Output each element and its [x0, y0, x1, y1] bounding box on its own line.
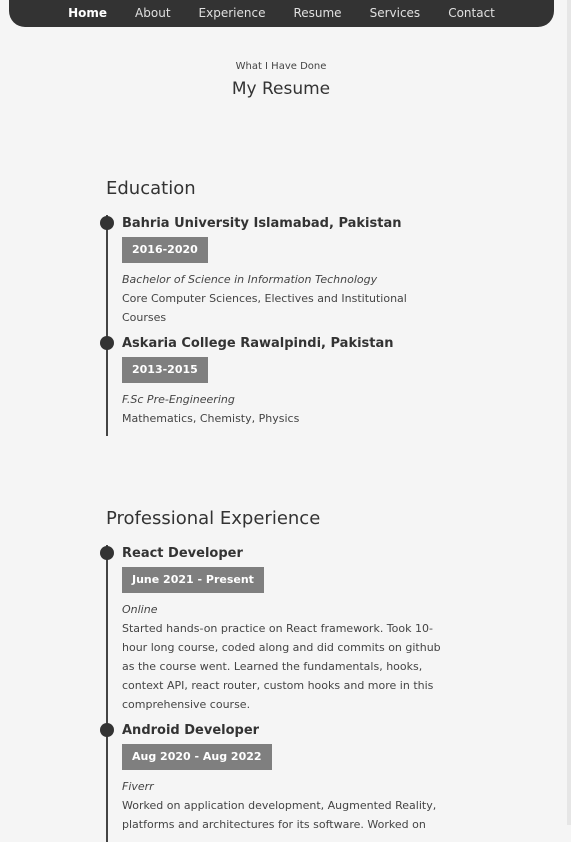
item-title: Android Developer [122, 723, 260, 738]
date-badge: 2013-2015 [122, 357, 208, 383]
timeline-item: Bahria University Islamabad, Pakistan 20… [100, 215, 452, 335]
section-title: My Resume [231, 79, 331, 99]
top-navbar: Home About Experience Resume Services Co… [9, 0, 554, 27]
date-badge: Aug 2020 - Aug 2022 [122, 744, 272, 770]
timeline-item: Android Developer Aug 2020 - Aug 2022 Fi… [100, 722, 452, 842]
experience-block: Professional Experience React Developer … [100, 507, 452, 842]
item-title: React Developer [122, 546, 243, 561]
item-description: Core Computer Sciences, Electives and In… [122, 292, 407, 324]
item-description: Started hands-on practice on React frame… [122, 622, 441, 711]
timeline-item: Askaria College Rawalpindi, Pakistan 201… [100, 335, 452, 436]
timeline-dot-icon [100, 336, 114, 350]
item-subtitle: F.Sc Pre-Engineering [122, 393, 235, 406]
date-badge: 2016-2020 [122, 237, 208, 263]
experience-timeline: React Developer June 2021 - Present Onli… [100, 545, 452, 842]
scrollbar-track[interactable] [567, 0, 571, 825]
education-block: Education Bahria University Islamabad, P… [100, 177, 452, 436]
item-title: Bahria University Islamabad, Pakistan [122, 216, 402, 231]
nav-link-home[interactable]: Home [54, 0, 121, 27]
resume-section-header: What I Have Done My Resume [0, 60, 562, 100]
nav-link-services[interactable]: Services [356, 0, 435, 27]
item-subtitle: Fiverr [122, 780, 154, 793]
nav-link-contact[interactable]: Contact [434, 0, 509, 27]
timeline-dot-icon [100, 546, 114, 560]
education-timeline: Bahria University Islamabad, Pakistan 20… [100, 215, 452, 436]
nav-link-resume[interactable]: Resume [279, 0, 355, 27]
date-badge: June 2021 - Present [122, 567, 264, 593]
item-subtitle: Online [122, 603, 158, 616]
nav-link-experience[interactable]: Experience [185, 0, 280, 27]
item-description: Worked on application development, Augme… [122, 799, 437, 831]
item-description: Mathematics, Chemisty, Physics [122, 412, 300, 425]
education-heading: Education [106, 178, 196, 199]
section-subtitle: What I Have Done [235, 61, 327, 72]
experience-heading: Professional Experience [106, 508, 321, 529]
nav-link-about[interactable]: About [121, 0, 184, 27]
timeline-dot-icon [100, 723, 114, 737]
timeline-item: React Developer June 2021 - Present Onli… [100, 545, 452, 722]
item-title: Askaria College Rawalpindi, Pakistan [122, 336, 394, 351]
timeline-dot-icon [100, 216, 114, 230]
item-subtitle: Bachelor of Science in Information Techn… [122, 273, 378, 286]
